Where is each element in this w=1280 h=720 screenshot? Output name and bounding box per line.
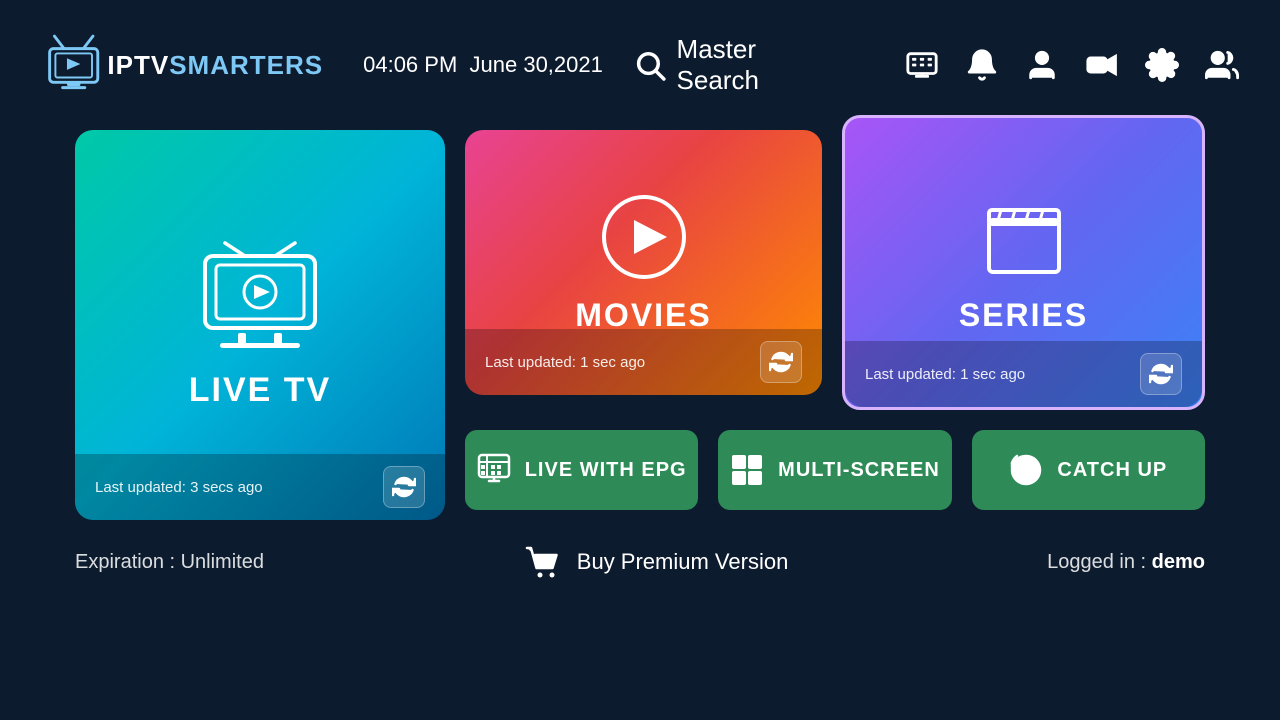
cart-icon xyxy=(523,542,563,582)
svg-text:REC: REC xyxy=(1092,63,1107,71)
live-tv-card[interactable]: LIVE TV Last updated: 3 secs ago xyxy=(75,130,445,520)
search-label: Master Search xyxy=(677,34,844,96)
multi-screen-btn[interactable]: MULTI-SCREEN xyxy=(718,430,951,510)
movies-footer: Last updated: 1 sec ago xyxy=(465,329,822,395)
live-tv-refresh-btn[interactable] xyxy=(383,466,425,508)
multi-user-icon-btn[interactable] xyxy=(1204,47,1240,83)
multi-screen-label: MULTI-SCREEN xyxy=(778,459,940,482)
main-content: LIVE TV Last updated: 3 secs ago xyxy=(0,130,1280,520)
epg-icon-btn[interactable] xyxy=(904,47,940,83)
series-card[interactable]: SERIES Last updated: 1 sec ago xyxy=(842,115,1205,410)
movies-card[interactable]: MOVIES Last updated: 1 sec ago xyxy=(465,130,822,395)
movies-title: MOVIES xyxy=(575,297,711,334)
logo: IPTVSMARTERS xyxy=(40,30,323,100)
series-title: SERIES xyxy=(959,297,1088,334)
series-refresh-btn[interactable] xyxy=(1140,353,1182,395)
search-area[interactable]: Master Search xyxy=(633,34,844,96)
catch-up-icon xyxy=(1009,453,1043,487)
logo-text: IPTVSMARTERS xyxy=(107,50,323,81)
epg-btn-icon xyxy=(477,453,511,487)
series-last-updated: Last updated: 1 sec ago xyxy=(865,366,1025,383)
live-tv-icon xyxy=(190,241,330,351)
live-epg-label: LIVE WITH EPG xyxy=(525,459,687,482)
live-epg-btn[interactable]: LIVE WITH EPG xyxy=(465,430,698,510)
username: demo xyxy=(1152,551,1205,573)
search-icon xyxy=(633,48,667,82)
expiration-text: Expiration : Unlimited xyxy=(75,551,264,574)
series-footer: Last updated: 1 sec ago xyxy=(845,341,1202,407)
series-icon xyxy=(979,192,1069,282)
live-tv-last-updated: Last updated: 3 secs ago xyxy=(95,479,263,496)
header-icons: REC xyxy=(904,47,1240,83)
movies-icon xyxy=(599,192,689,282)
catch-up-label: CATCH UP xyxy=(1057,459,1167,482)
buy-premium-btn[interactable]: Buy Premium Version xyxy=(523,542,789,582)
cards-row: LIVE TV Last updated: 3 secs ago xyxy=(75,130,1205,520)
header: IPTVSMARTERS 04:06 PM June 30,2021 Maste… xyxy=(0,0,1280,130)
live-tv-footer: Last updated: 3 secs ago xyxy=(75,454,445,520)
catch-up-btn[interactable]: CATCH UP xyxy=(972,430,1205,510)
logged-in-label: Logged in : xyxy=(1047,551,1152,573)
live-tv-title: LIVE TV xyxy=(189,371,331,410)
bottom-buttons-row: LIVE WITH EPG MULTI-SCREEN xyxy=(465,430,1205,510)
datetime: 04:06 PM June 30,2021 xyxy=(363,52,603,78)
logged-in-area: Logged in : demo xyxy=(1047,551,1205,574)
movies-last-updated: Last updated: 1 sec ago xyxy=(485,354,645,371)
record-icon-btn[interactable]: REC xyxy=(1084,47,1120,83)
notification-icon-btn[interactable] xyxy=(964,47,1000,83)
profile-icon-btn[interactable] xyxy=(1024,47,1060,83)
footer: Expiration : Unlimited Buy Premium Versi… xyxy=(0,520,1280,582)
top-cards-row: MOVIES Last updated: 1 sec ago xyxy=(465,130,1205,410)
multi-screen-icon xyxy=(730,453,764,487)
settings-icon-btn[interactable] xyxy=(1144,47,1180,83)
buy-premium-label: Buy Premium Version xyxy=(577,549,789,575)
right-column: MOVIES Last updated: 1 sec ago xyxy=(465,130,1205,510)
movies-refresh-btn[interactable] xyxy=(760,341,802,383)
